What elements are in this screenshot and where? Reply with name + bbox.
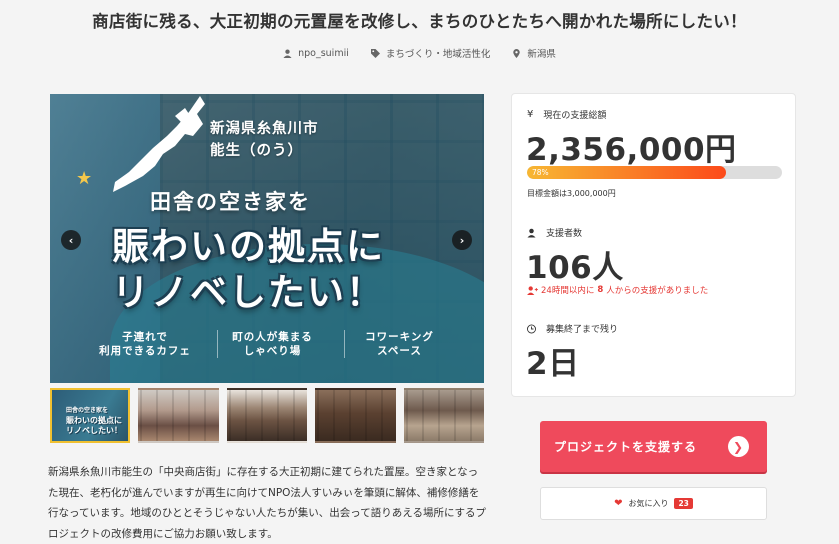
thumbnail-5[interactable]	[403, 388, 485, 443]
tag-icon	[370, 48, 380, 58]
remaining-value: 2日	[526, 346, 580, 382]
location-pin-icon	[513, 48, 521, 58]
location-name[interactable]: 新潟県	[527, 46, 556, 60]
thumbnail-1[interactable]: 田舎の空き家を 賑わいの拠点に リノベしたい！	[50, 388, 131, 443]
project-meta: npo_suimii まちづくり・地域活性化 新潟県	[0, 46, 839, 60]
hero-subheadline: 田舎の空き家を	[150, 190, 311, 214]
amount-label: 現在の支援総額	[543, 111, 607, 121]
thumbnail-strip: 田舎の空き家を 賑わいの拠点に リノベしたい！	[50, 388, 485, 443]
progress-fill: 78%	[527, 166, 726, 179]
heart-icon: ❤	[614, 498, 623, 509]
carousel-next-button[interactable]: ›	[452, 230, 472, 250]
feature-coworking: コワーキング スペース	[344, 330, 454, 358]
hero-place: 新潟県糸魚川市 能生（のう）	[210, 121, 319, 159]
chevron-left-icon: ‹	[68, 233, 74, 247]
user-icon	[527, 228, 536, 237]
user-plus-icon	[527, 285, 538, 295]
chevron-right-icon: ›	[459, 233, 465, 247]
remaining-label-row: 募集終了まで残り	[527, 322, 618, 335]
carousel-prev-button[interactable]: ‹	[61, 230, 81, 250]
remaining-label: 募集終了まで残り	[546, 325, 619, 335]
funding-progress-bar: 78%	[527, 166, 782, 179]
favorite-button[interactable]: ❤ お気に入り 23	[540, 487, 767, 520]
project-description: 新潟県糸魚川市能生の「中央商店街」に存在する大正初期に建てられた置屋。空き家とな…	[48, 466, 487, 540]
supporters-label-row: 支援者数	[527, 226, 582, 239]
amount-label-row: ¥ 現在の支援総額	[527, 108, 606, 121]
meta-location[interactable]: 新潟県	[512, 46, 556, 60]
yen-icon: ¥	[527, 109, 534, 120]
category-name[interactable]: まちづくり・地域活性化	[386, 46, 491, 60]
feature-talk-space: 町の人が集まる しゃべり場	[217, 330, 327, 358]
hero-headline: 賑わいの拠点に リノベしたい！	[112, 225, 385, 314]
supporters-value: 106人	[526, 250, 624, 286]
thumbnail-4[interactable]	[315, 388, 396, 443]
feature-cafe: 子連れで 利用できるカフェ	[99, 331, 191, 357]
supporters-label: 支援者数	[546, 229, 583, 239]
project-hero-image[interactable]: ★ 新潟県糸魚川市 能生（のう） 田舎の空き家を 賑わいの拠点に リノベしたい！…	[50, 94, 484, 383]
thumbnail-3[interactable]	[226, 388, 308, 443]
clock-icon	[527, 324, 536, 333]
user-icon	[283, 49, 292, 58]
meta-category[interactable]: まちづくり・地域活性化	[370, 46, 491, 60]
support-project-button[interactable]: プロジェクトを支援する ❯	[540, 421, 767, 472]
thumbnail-2[interactable]	[138, 388, 219, 443]
hero-features: 子連れで 利用できるカフェ 町の人が集まる しゃべり場 コワーキング スペース	[90, 330, 484, 358]
recent-supporters: 24時間以内に 8 人からの支援がありました	[527, 284, 708, 296]
goal-amount: 目標金額は3,000,000円	[527, 189, 616, 198]
favorite-label: お気に入り	[628, 499, 669, 508]
owner-name[interactable]: npo_suimii	[298, 48, 349, 59]
meta-owner[interactable]: npo_suimii	[283, 46, 349, 60]
page-title: 商店街に残る、大正初期の元置屋を改修し、まちのひとたちへ開かれた場所にしたい！	[92, 12, 747, 31]
star-icon: ★	[76, 168, 93, 189]
favorite-count-badge: 23	[674, 498, 693, 509]
amount-value: 2,356,000円	[526, 132, 737, 168]
chevron-right-icon: ❯	[728, 436, 749, 457]
funding-stats-card: ¥ 現在の支援総額 2,356,000円 78% 目標金額は3,000,000円…	[512, 94, 795, 396]
